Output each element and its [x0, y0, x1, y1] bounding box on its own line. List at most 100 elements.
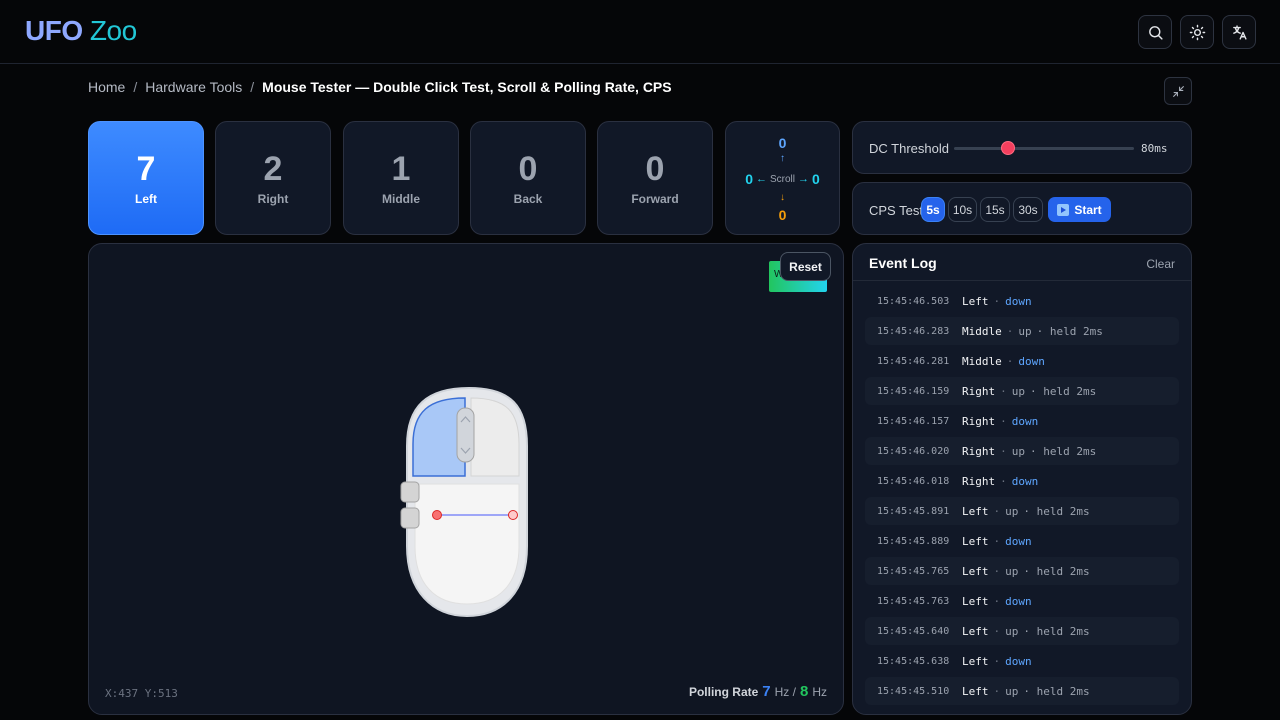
event-log-panel: Event Log Clear 15:45:46.503 Left · down 15:…	[852, 243, 1192, 715]
event-button: Right	[962, 474, 996, 488]
event-held-duration: · held 2ms	[1023, 624, 1090, 638]
counter-card-middle: 1 Middle	[343, 121, 459, 235]
polling-rate-unit: Hz	[812, 685, 827, 699]
site-logo[interactable]: UFO Zoo	[25, 14, 137, 48]
counter-label: Right	[257, 192, 289, 206]
collapse-view-button[interactable]	[1164, 77, 1192, 105]
event-separator: ·	[993, 534, 1001, 548]
minimize-arrows-icon	[1172, 85, 1184, 97]
event-separator: ·	[993, 594, 1001, 608]
event-log-header: Event Log Clear	[853, 244, 1191, 281]
theme-toggle-button[interactable]	[1180, 15, 1214, 49]
mouse-scroll-wheel	[456, 407, 475, 463]
event-type: up	[1011, 444, 1025, 458]
event-button: Left	[962, 564, 989, 578]
event-type: down	[1018, 354, 1045, 368]
breadcrumb-home[interactable]: Home	[88, 78, 125, 96]
dc-threshold-slider-thumb[interactable]	[1001, 141, 1015, 155]
event-held-duration: · held 2ms	[1023, 684, 1090, 698]
language-button[interactable]	[1222, 15, 1256, 49]
event-separator: ·	[993, 564, 1001, 578]
counter-label: Back	[513, 192, 543, 206]
translate-icon	[1232, 24, 1247, 40]
list-item: 15:45:45.763 Left · down	[865, 587, 1179, 615]
event-time: 15:45:46.283	[877, 325, 950, 337]
counter-card-forward: 0 Forward	[597, 121, 713, 235]
cps-start-button[interactable]: Start	[1048, 197, 1111, 222]
event-held-duration: · held 2ms	[1023, 564, 1090, 578]
top-bar: UFO Zoo	[0, 0, 1280, 64]
event-button: Middle	[962, 354, 1002, 368]
counter-value: 0	[645, 150, 665, 188]
list-item: 15:45:45.510 Left · up · held 2ms	[865, 677, 1179, 705]
cps-test-panel: CPS Test 5s 10s 15s 30s Start	[852, 182, 1192, 235]
event-time: 15:45:45.765	[877, 565, 950, 577]
event-type: down	[1005, 594, 1032, 608]
event-time: 15:45:46.020	[877, 445, 950, 457]
cps-duration-15s[interactable]: 15s	[980, 197, 1010, 222]
sun-icon	[1189, 24, 1205, 40]
cps-duration-30s[interactable]: 30s	[1013, 197, 1043, 222]
counter-card-left: 7 Left	[88, 121, 204, 235]
counter-card-right: 2 Right	[215, 121, 331, 235]
event-separator: ·	[1000, 384, 1007, 398]
event-time: 15:45:45.510	[877, 685, 950, 697]
search-icon	[1148, 25, 1163, 40]
reset-button[interactable]: Reset	[780, 252, 831, 281]
event-log-title: Event Log	[869, 255, 937, 271]
event-separator: ·	[993, 684, 1001, 698]
event-button: Left	[962, 294, 989, 308]
event-time: 15:45:45.763	[877, 595, 950, 607]
play-icon	[1057, 203, 1070, 216]
event-time: 15:45:45.640	[877, 625, 950, 637]
scroll-right-value: 0	[812, 171, 820, 187]
event-type: up	[1005, 564, 1019, 578]
cursor-point-start	[432, 510, 442, 520]
list-item: 15:45:45.765 Left · up · held 2ms	[865, 557, 1179, 585]
start-label: Start	[1074, 202, 1102, 217]
event-button: Left	[962, 594, 989, 608]
breadcrumb-separator: /	[250, 79, 255, 95]
polling-rate-current: 7	[762, 683, 771, 700]
breadcrumb-hardware-tools[interactable]: Hardware Tools	[145, 78, 242, 96]
event-type: up	[1005, 504, 1019, 518]
dc-threshold-label: DC Threshold	[869, 141, 949, 156]
event-button: Left	[962, 534, 989, 548]
list-item: 15:45:45.638 Left · down	[865, 647, 1179, 675]
search-button[interactable]	[1138, 15, 1172, 49]
counter-label: Left	[135, 192, 157, 206]
counter-value: 7	[136, 150, 156, 188]
event-held-duration: · held 2ms	[1023, 504, 1090, 518]
dc-threshold-slider-track[interactable]	[954, 147, 1134, 150]
event-type: up	[1018, 324, 1032, 338]
event-type: down	[1011, 414, 1039, 428]
event-held-duration: · held 2ms	[1030, 384, 1097, 398]
logo-part-1: UFO	[25, 15, 83, 46]
cps-duration-10s[interactable]: 10s	[948, 197, 977, 222]
event-log-clear-button[interactable]: Clear	[1146, 257, 1175, 271]
polling-rate-readout: Polling Rate 7 Hz / 8 Hz	[689, 683, 827, 700]
event-separator: ·	[1000, 414, 1007, 428]
list-item: 15:45:45.640 Left · up · held 2ms	[865, 617, 1179, 645]
event-time: 15:45:45.889	[877, 535, 950, 547]
event-type: down	[1005, 294, 1032, 308]
event-type: up	[1005, 684, 1019, 698]
mouse-test-area[interactable]: W Reset X:437 Y:513 Polling Rate 7 Hz / …	[88, 243, 844, 715]
breadcrumb-separator: /	[133, 79, 138, 95]
mouse-palm-area	[414, 483, 520, 605]
scroll-left-value: 0	[745, 171, 753, 187]
cursor-point-end	[508, 510, 518, 520]
event-separator: ·	[993, 654, 1001, 668]
event-button: Left	[962, 684, 989, 698]
cps-duration-5s[interactable]: 5s	[921, 197, 945, 222]
event-button: Left	[962, 624, 989, 638]
event-time: 15:45:46.503	[877, 295, 950, 307]
mouse-forward-button	[400, 481, 420, 503]
list-item: 15:45:46.283 Middle · up · held 2ms	[865, 317, 1179, 345]
scroll-counter-card: 0 ↑ 0 ← Scroll → 0 ↓ 0	[725, 121, 840, 235]
event-log-list[interactable]: 15:45:46.503 Left · down 15:45:46.283 Middle ·…	[865, 287, 1179, 707]
event-held-duration: · held 2ms	[1030, 444, 1097, 458]
polling-rate-peak: 8	[799, 683, 809, 700]
scroll-horizontal-row: 0 ← Scroll → 0	[726, 171, 839, 187]
event-time: 15:45:46.159	[877, 385, 950, 397]
